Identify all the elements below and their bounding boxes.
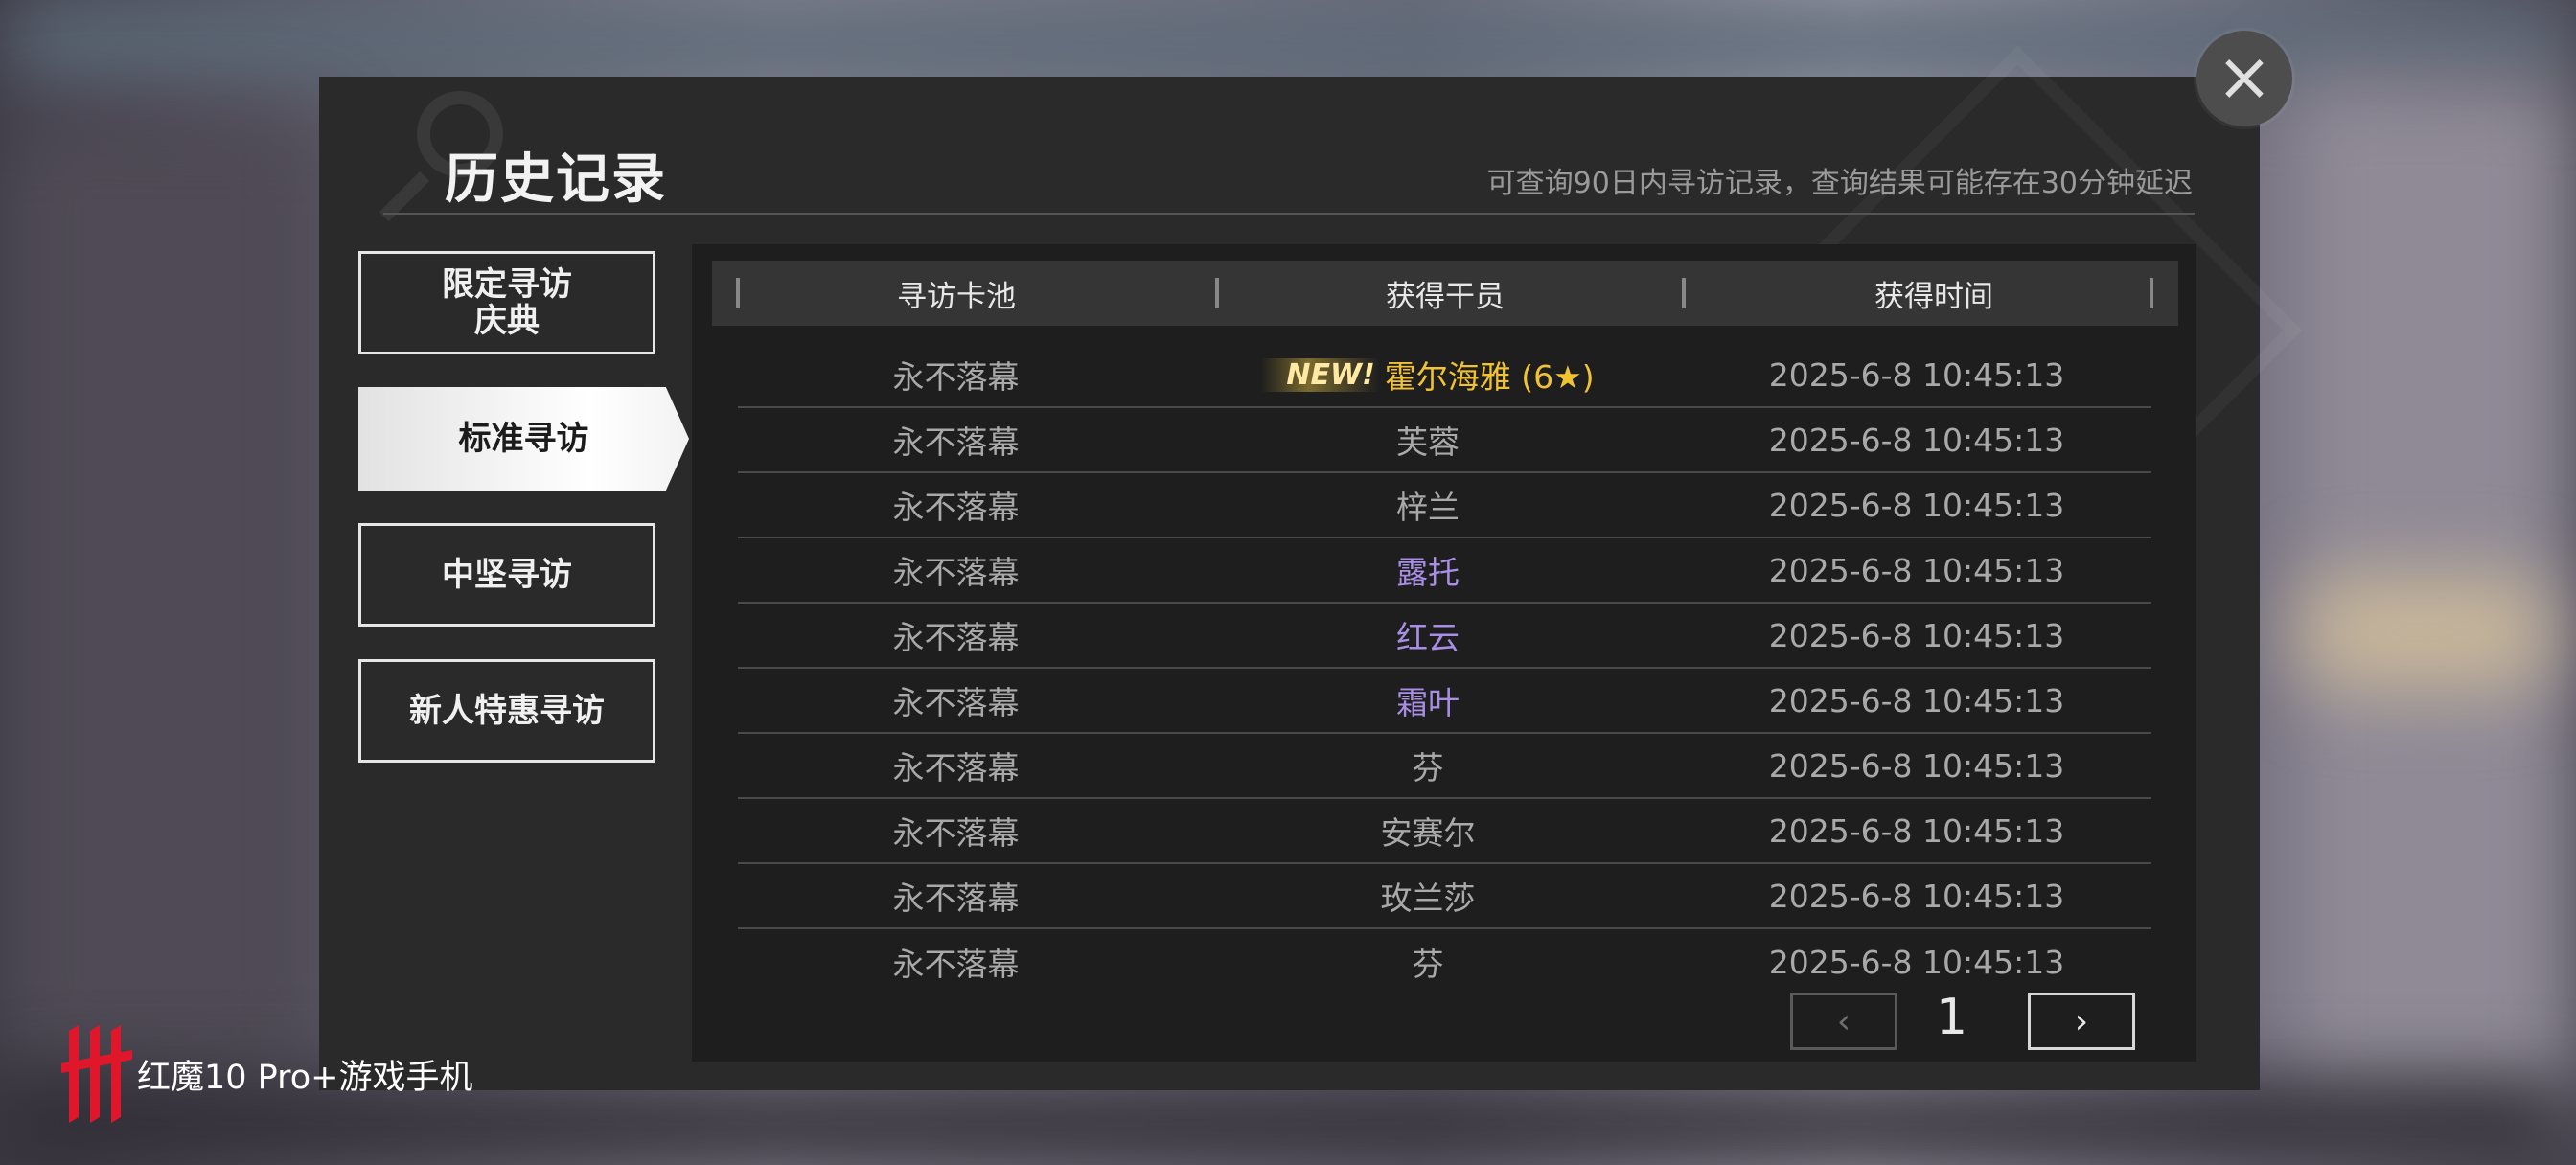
device-watermark: 红魔10 Pro+游戏手机 (137, 1059, 473, 1097)
new-badge: NEW! (1261, 357, 1379, 392)
operator-cell: 玫兰莎 (1380, 879, 1476, 917)
table-row: 永不落幕 NEW! 霍尔海雅 (6★) 2025-6-8 10:45:13 (738, 343, 2151, 408)
operator-name: 霍尔海雅 (6★) (1384, 358, 1595, 396)
operator-cell: 芬 (1412, 946, 1444, 983)
pool-cell: 永不落幕 (892, 814, 1020, 852)
operator-cell: 芙蓉 (1396, 423, 1460, 461)
time-cell: 2025-6-8 10:45:13 (1768, 877, 2065, 915)
operator-cell: 安赛尔 (1380, 814, 1476, 852)
close-icon: × (2216, 37, 2273, 116)
header-separator (1682, 278, 1686, 308)
sidebar-item-label: 标准寻访 (458, 420, 589, 458)
time-cell: 2025-6-8 10:45:13 (1768, 746, 2065, 785)
prev-page-button[interactable]: ‹ (1790, 993, 1898, 1050)
pool-cell: 永不落幕 (892, 879, 1020, 917)
table-row: 永不落幕 梓兰 2025-6-8 10:45:13 (738, 473, 2151, 538)
time-cell: 2025-6-8 10:45:13 (1768, 551, 2065, 589)
table-body: 永不落幕 NEW! 霍尔海雅 (6★) 2025-6-8 10:45:13 永不… (738, 343, 2151, 994)
title-divider (383, 213, 2195, 215)
header-pool: 寻访卡池 (897, 279, 1016, 314)
sidebar-item-standard[interactable]: 标准寻访 (358, 387, 689, 491)
time-cell: 2025-6-8 10:45:13 (1768, 943, 2065, 981)
header-operator: 获得干员 (1386, 279, 1505, 314)
pool-cell: 永不落幕 (892, 358, 1020, 396)
query-hint: 可查询90日内寻访记录，查询结果可能存在30分钟延迟 (1486, 167, 2193, 200)
table-row: 永不落幕 芙蓉 2025-6-8 10:45:13 (738, 408, 2151, 473)
pool-cell: 永不落幕 (892, 423, 1020, 461)
sidebar-item-label: 中坚寻访 (442, 556, 572, 594)
table-row: 永不落幕 红云 2025-6-8 10:45:13 (738, 604, 2151, 669)
page-title: 历史记录 (445, 148, 667, 211)
table-row: 永不落幕 芬 2025-6-8 10:45:13 (738, 734, 2151, 799)
operator-cell: 芬 (1412, 749, 1444, 787)
header-separator (2150, 278, 2153, 308)
table-header: 寻访卡池 获得干员 获得时间 (712, 261, 2178, 326)
redmagic-logo (61, 1025, 132, 1123)
table-row: 永不落幕 霜叶 2025-6-8 10:45:13 (738, 669, 2151, 734)
sidebar-item-label: 新人特惠寻访 (409, 692, 605, 730)
pool-cell: 永不落幕 (892, 684, 1020, 721)
background-blur-accent (2300, 575, 2549, 690)
chevron-left-icon: ‹ (1836, 1001, 1852, 1041)
time-cell: 2025-6-8 10:45:13 (1768, 616, 2065, 654)
header-time: 获得时间 (1874, 279, 1993, 314)
operator-cell: NEW! 霍尔海雅 (6★) (1174, 352, 1682, 398)
table-row: 永不落幕 芬 2025-6-8 10:45:13 (738, 929, 2151, 994)
close-button[interactable]: × (2196, 31, 2292, 126)
pool-cell: 永不落幕 (892, 749, 1020, 787)
pool-cell: 永不落幕 (892, 489, 1020, 526)
sidebar-item-newcomer[interactable]: 新人特惠寻访 (358, 659, 656, 763)
time-cell: 2025-6-8 10:45:13 (1768, 811, 2065, 850)
sidebar-item-label: 限定寻访 庆典 (442, 265, 572, 340)
page-number: 1 (1936, 989, 1968, 1046)
background-blur-top (0, 0, 2576, 86)
table-row: 永不落幕 露托 2025-6-8 10:45:13 (738, 538, 2151, 604)
time-cell: 2025-6-8 10:45:13 (1768, 486, 2065, 524)
time-cell: 2025-6-8 10:45:13 (1768, 355, 2065, 394)
table-row: 永不落幕 玫兰莎 2025-6-8 10:45:13 (738, 864, 2151, 929)
operator-cell: 梓兰 (1396, 489, 1460, 526)
background-blur-left (0, 115, 326, 1073)
pool-cell: 永不落幕 (892, 946, 1020, 983)
operator-cell: 红云 (1396, 619, 1460, 656)
time-cell: 2025-6-8 10:45:13 (1768, 681, 2065, 720)
next-page-button[interactable]: › (2028, 993, 2135, 1050)
pool-cell: 永不落幕 (892, 619, 1020, 656)
table-row: 永不落幕 安赛尔 2025-6-8 10:45:13 (738, 799, 2151, 864)
sidebar-item-limited-celebration[interactable]: 限定寻访 庆典 (358, 251, 656, 354)
pool-cell: 永不落幕 (892, 554, 1020, 591)
time-cell: 2025-6-8 10:45:13 (1768, 421, 2065, 459)
operator-cell: 霜叶 (1396, 684, 1460, 721)
chevron-right-icon: › (2074, 1001, 2089, 1041)
operator-cell: 露托 (1396, 554, 1460, 591)
sidebar-item-mid-tier[interactable]: 中坚寻访 (358, 523, 656, 627)
